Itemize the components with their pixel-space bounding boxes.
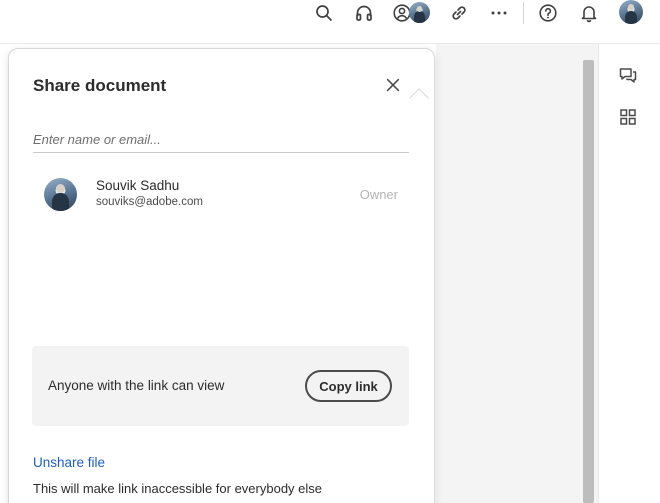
top-toolbar: [0, 0, 660, 44]
panel-title: Share document: [33, 76, 167, 95]
owner-avatar: [44, 178, 77, 211]
comment-icon[interactable]: [617, 65, 639, 87]
collaborator-avatar[interactable]: [409, 2, 430, 23]
app-window: Share document Souvik Sadhu souviks@adob…: [0, 0, 660, 503]
user-role: Owner: [359, 187, 398, 202]
user-email: souviks@adobe.com: [96, 196, 203, 208]
unshare-description: This will make link inaccessible for eve…: [33, 481, 323, 496]
user-profile-avatar[interactable]: [619, 0, 643, 24]
close-button[interactable]: [381, 73, 405, 97]
document-canvas: [436, 44, 580, 503]
toolbar-divider: [523, 2, 524, 24]
unshare-file-link[interactable]: Unshare file: [33, 455, 105, 470]
apps-grid-icon[interactable]: [617, 106, 639, 128]
link-icon[interactable]: [448, 2, 470, 24]
close-icon: [386, 78, 400, 92]
search-icon[interactable]: [313, 2, 335, 24]
shared-user-row: Souvik Sadhu souviks@adobe.com Owner: [33, 173, 409, 217]
popover-caret: [409, 88, 429, 108]
scrollbar-thumb[interactable]: [583, 60, 594, 503]
share-document-panel: Share document Souvik Sadhu souviks@adob…: [8, 48, 435, 503]
copy-link-button[interactable]: Copy link: [305, 370, 392, 402]
user-name: Souvik Sadhu: [96, 178, 180, 193]
bell-icon[interactable]: [578, 2, 600, 24]
more-icon[interactable]: [488, 2, 510, 24]
name-or-email-input[interactable]: [33, 127, 409, 153]
headphones-icon[interactable]: [353, 2, 375, 24]
right-sidebar: [598, 44, 660, 503]
link-access-box: Anyone with the link can view Copy link: [32, 346, 409, 426]
link-access-text: Anyone with the link can view: [48, 378, 225, 393]
help-icon[interactable]: [537, 2, 559, 24]
